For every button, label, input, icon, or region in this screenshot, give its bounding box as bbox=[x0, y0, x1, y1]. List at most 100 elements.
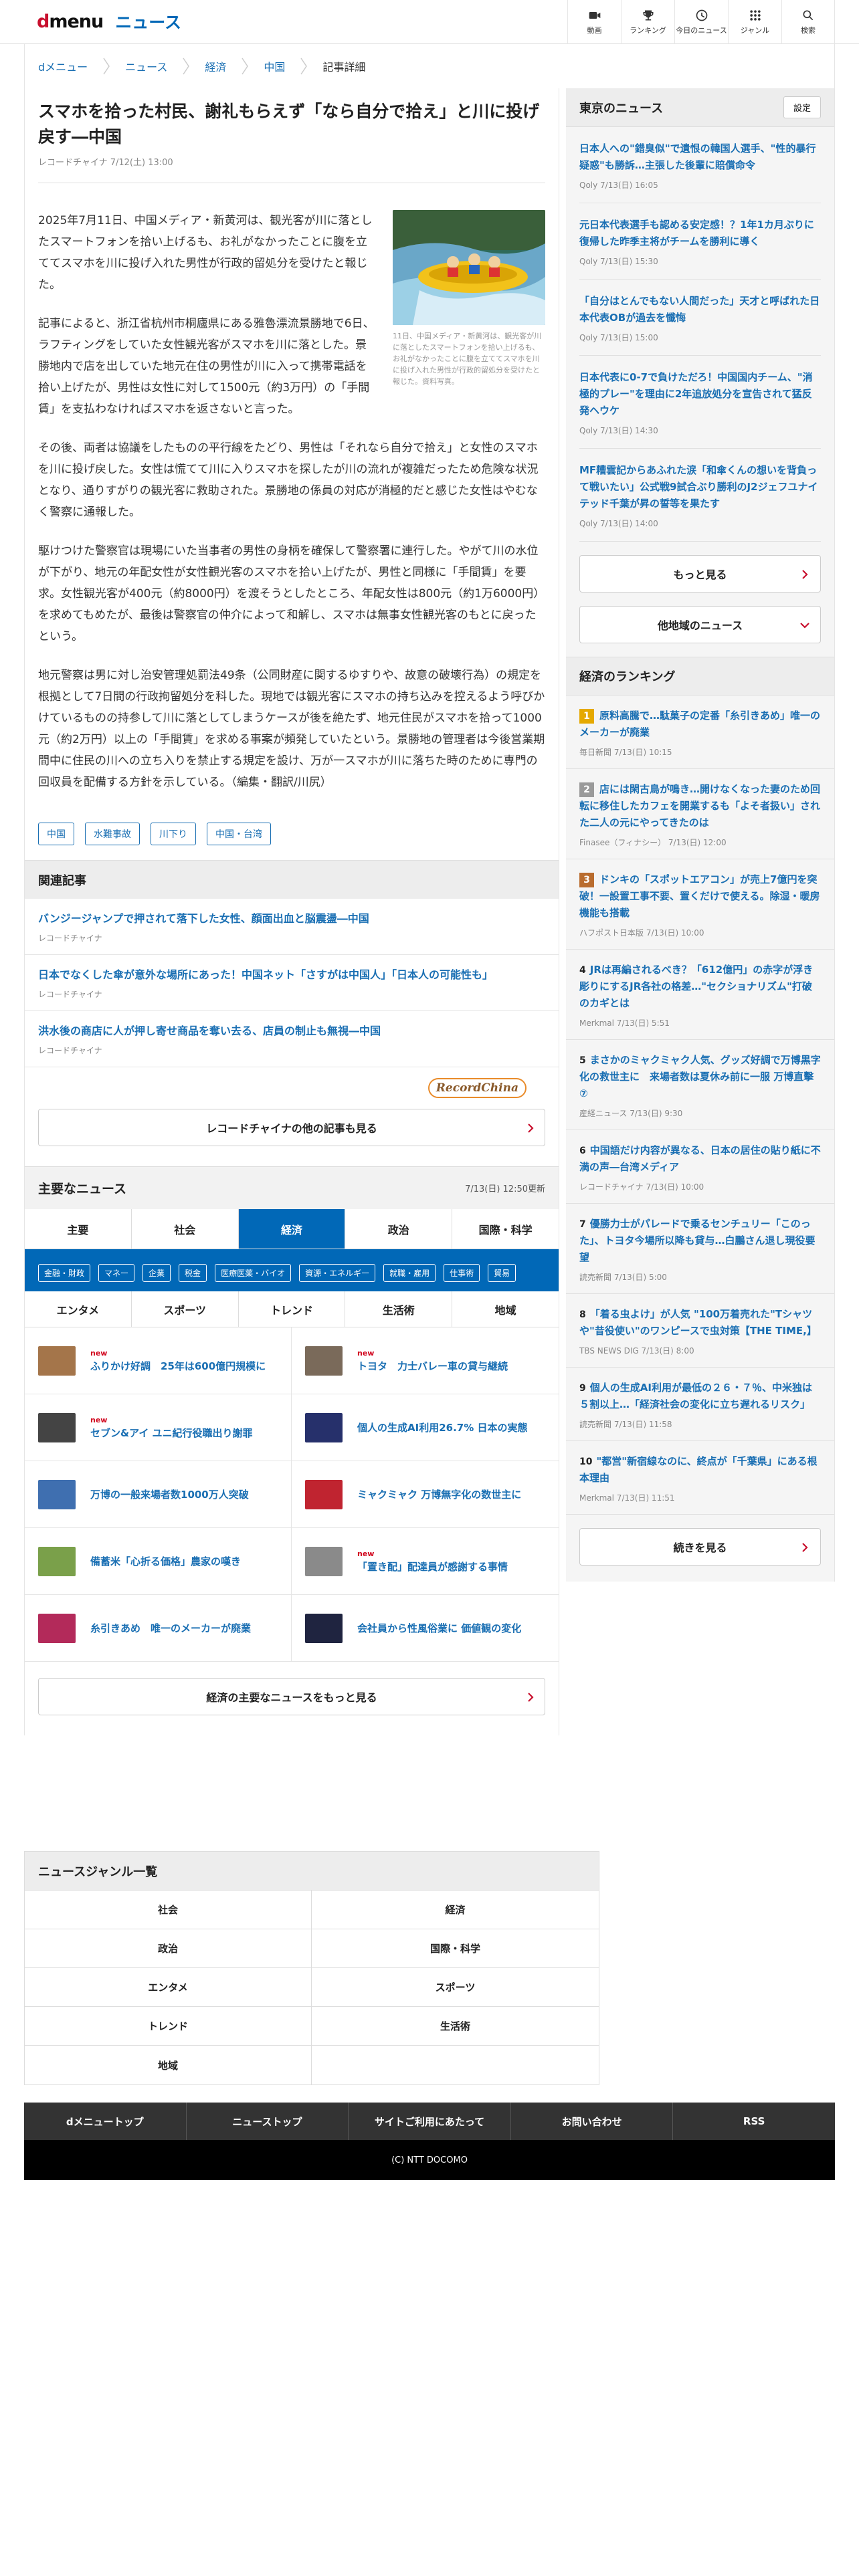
tag-china-taiwan[interactable]: 中国・台湾 bbox=[207, 823, 271, 845]
ranking-item[interactable]: 4 JRは再編されるべき？「612億円」の赤字が浮き彫りにするJR各社の格差…"セ… bbox=[566, 950, 834, 1040]
major-news-item[interactable]: 会社員から性風俗業に 価値観の変化 bbox=[292, 1595, 559, 1662]
major-news-header: 主要なニュース 7/13(日) 12:50更新 bbox=[25, 1166, 559, 1209]
subtag-trade[interactable]: 貿易 bbox=[488, 1264, 516, 1282]
footer-terms[interactable]: サイトご利用にあたって bbox=[349, 2103, 511, 2140]
tag-water-accident[interactable]: 水難事故 bbox=[85, 823, 140, 845]
tab-society[interactable]: 社会 bbox=[131, 1209, 239, 1249]
settings-button[interactable]: 設定 bbox=[783, 96, 821, 118]
more-economy-label: 経済の主要なニュースをもっと見る bbox=[206, 1691, 377, 1704]
news-text: 万博の一般来場者数1000万人突破 bbox=[90, 1487, 249, 1501]
tokyo-news-item[interactable]: MF糟雲記からあふれた涙「和傘くんの想いを背負って戦いたい」公式戦9試合ぶり勝利… bbox=[579, 449, 821, 542]
major-news-item[interactable]: 万博の一般来場者数1000万人突破 bbox=[25, 1461, 292, 1528]
major-news-item[interactable]: new セブン&アイ ユニ紀行役職出り謝罪 bbox=[25, 1394, 292, 1461]
ranking-meta: 毎日新聞 7/13(日) 10:15 bbox=[579, 748, 672, 757]
ranking-more-button[interactable]: 続きを見る bbox=[579, 1528, 821, 1566]
footer-rss[interactable]: RSS bbox=[673, 2103, 835, 2140]
major-news-item[interactable]: 個人の生成AI利用26.7% 日本の実態 bbox=[292, 1394, 559, 1461]
ranking-item[interactable]: 1 原料高騰で…駄菓子の定番「糸引きあめ」唯一のメーカーが廃業 毎日新聞 7/13(… bbox=[566, 695, 834, 769]
footer-dmenu-top[interactable]: dメニュートップ bbox=[24, 2103, 187, 2140]
site-footer: dメニュートップ ニューストップ サイトご利用にあたって お問い合わせ RSS … bbox=[24, 2103, 835, 2180]
breadcrumb-china[interactable]: 中国 bbox=[264, 58, 285, 74]
footer-news-top[interactable]: ニューストップ bbox=[187, 2103, 349, 2140]
tab-region[interactable]: 地域 bbox=[452, 1291, 559, 1327]
tab-trend[interactable]: トレンド bbox=[239, 1291, 346, 1327]
tab-politics[interactable]: 政治 bbox=[345, 1209, 453, 1249]
subtag-company[interactable]: 企業 bbox=[142, 1264, 171, 1282]
video-icon bbox=[589, 12, 600, 19]
nav-genre[interactable]: ジャンル bbox=[728, 0, 781, 44]
header-nav: 動画 ランキング 今日のニュース ジャンル 検索 bbox=[567, 0, 835, 44]
tokyo-news-item[interactable]: 元日本代表選手も認める安定感！？1年1カ月ぶりに復帰した昨季主将がチームを勝利に… bbox=[579, 203, 821, 280]
major-tabs-secondary: エンタメ スポーツ トレンド 生活術 地域 bbox=[25, 1291, 559, 1327]
genre-sports[interactable]: スポーツ bbox=[312, 1968, 599, 2007]
news-title: ふりかけ好調 25年は600億円規模に bbox=[90, 1360, 266, 1372]
subtag-employment[interactable]: 就職・雇用 bbox=[383, 1264, 436, 1282]
related-item[interactable]: 洪水後の商店に人が押し寄せ商品を奪い去る、店員の制止も無視―中国 レコードチャイ… bbox=[25, 1011, 559, 1067]
genre-international[interactable]: 国際・科学 bbox=[312, 1929, 599, 1968]
subtag-energy[interactable]: 資源・エネルギー bbox=[299, 1264, 376, 1282]
breadcrumb-news[interactable]: ニュース bbox=[125, 58, 167, 74]
tab-economy[interactable]: 経済 bbox=[238, 1209, 346, 1249]
breadcrumb-economy[interactable]: 経済 bbox=[205, 58, 226, 74]
ranking-title-text: 個人の生成AI利用が最低の２６・７％、中米独は５割以上…「経済社会の変化に立ち遅… bbox=[579, 1382, 812, 1410]
major-news-item[interactable]: 糸引きあめ 唯一のメーカーが廃業 bbox=[25, 1595, 292, 1662]
more-tokyo-button[interactable]: もっと見る bbox=[579, 555, 821, 593]
tokyo-news-header: 東京のニュース 設定 bbox=[566, 88, 834, 127]
tab-sports[interactable]: スポーツ bbox=[132, 1291, 239, 1327]
subtag-money[interactable]: マネー bbox=[98, 1264, 135, 1282]
genre-region[interactable]: 地域 bbox=[25, 2046, 312, 2084]
genre-lifestyle[interactable]: 生活術 bbox=[312, 2007, 599, 2046]
footer-contact[interactable]: お問い合わせ bbox=[511, 2103, 674, 2140]
tab-international[interactable]: 国際・科学 bbox=[452, 1209, 559, 1249]
clock-icon bbox=[696, 9, 707, 21]
site-logo[interactable]: dmenu ニュース bbox=[37, 9, 181, 33]
nav-video[interactable]: 動画 bbox=[567, 0, 621, 44]
tokyo-news-title: 東京のニュース bbox=[579, 101, 664, 116]
tag-rafting[interactable]: 川下り bbox=[151, 823, 196, 845]
genre-trend[interactable]: トレンド bbox=[25, 2007, 312, 2046]
article-photo[interactable] bbox=[393, 210, 545, 325]
other-region-dropdown[interactable]: 他地域のニュース bbox=[579, 606, 821, 643]
article-paragraph: その後、両者は協議をしたものの平行線をたどり、男性は「それなら自分で拾え」と女性… bbox=[38, 441, 539, 519]
tab-main[interactable]: 主要 bbox=[25, 1209, 132, 1249]
genre-society[interactable]: 社会 bbox=[25, 1891, 312, 1929]
more-recordchina-button[interactable]: レコードチャイナの他の記事も見る bbox=[38, 1109, 545, 1146]
major-news-item[interactable]: new 「置き配」配達員が感謝する事情 bbox=[292, 1528, 559, 1595]
tag-china[interactable]: 中国 bbox=[38, 823, 74, 845]
ranking-title: 6 中国語だけ内容が異なる、日本の居住の貼り紙に不満の声―台湾メディア bbox=[579, 1142, 821, 1176]
breadcrumb-dmenu[interactable]: dメニュー bbox=[38, 58, 88, 74]
genre-entertainment[interactable]: エンタメ bbox=[25, 1968, 312, 2007]
nav-today[interactable]: 今日のニュース bbox=[674, 0, 728, 44]
related-item[interactable]: バンジージャンプで押されて落下した女性、顔面出血と脳震盪―中国 レコードチャイナ bbox=[25, 899, 559, 955]
ranking-item[interactable]: 8 「着る虫よけ」が人気 "100万着売れた"Tシャツや"昔役使い"のワンピースで… bbox=[566, 1294, 834, 1368]
subtag-medical[interactable]: 医療医薬・バイオ bbox=[215, 1264, 292, 1282]
major-news-item[interactable]: ミャクミャク 万博無字化の数世主に bbox=[292, 1461, 559, 1528]
major-news-item[interactable]: 備蓄米「心折る価格」農家の嘆き bbox=[25, 1528, 292, 1595]
tokyo-news-item[interactable]: 日本代表に0-7で負けただろ！中国国内チーム、"消極的プレー"を理由に2年追放処… bbox=[579, 356, 821, 449]
nav-ranking[interactable]: ランキング bbox=[621, 0, 674, 44]
ranking-item[interactable]: 2 店には閑古鳥が鳴き…開けなくなった妻のため回転に移住したカフェを開業するも「よ… bbox=[566, 769, 834, 859]
related-item[interactable]: 日本でなくした傘が意外な場所にあった！中国ネット「さすがは中国人」「日本人の可能… bbox=[25, 955, 559, 1011]
tokyo-news-item[interactable]: 「自分はとんでもない人間だった」天才と呼ばれた日本代表OBが過去を懺悔 Qoly … bbox=[579, 280, 821, 356]
ranking-item[interactable]: 5 まさかのミャクミャク人気、グッズ好調で万博黒字化の救世主に 来場者数は夏休み前… bbox=[566, 1040, 834, 1130]
nav-genre-label: ジャンル bbox=[740, 26, 770, 35]
subtag-tax[interactable]: 税金 bbox=[179, 1264, 207, 1282]
ranking-item[interactable]: 3 ドンキの「スポットエアコン」が売上7億円を突破！一設置工事不要、置くだけで使え… bbox=[566, 859, 834, 950]
major-news-item[interactable]: new トヨタ 力士バレー車の貸与継続 bbox=[292, 1327, 559, 1394]
tab-entertainment[interactable]: エンタメ bbox=[25, 1291, 132, 1327]
ranking-item[interactable]: 9 個人の生成AI利用が最低の２６・７％、中米独は５割以上…「経済社会の変化に立ち… bbox=[566, 1368, 834, 1441]
recordchina-logo[interactable]: RecordChina bbox=[427, 1078, 527, 1098]
nav-search[interactable]: 検索 bbox=[781, 0, 835, 44]
ranking-item[interactable]: 6 中国語だけ内容が異なる、日本の居住の貼り紙に不満の声―台湾メディア レコードチャ… bbox=[566, 1130, 834, 1204]
genre-politics[interactable]: 政治 bbox=[25, 1929, 312, 1968]
chevron-right-icon bbox=[528, 1123, 534, 1133]
ranking-item[interactable]: 10 "都営"新宿線なのに、終点が「千葉県」にある根本理由 Merkmal 7/13… bbox=[566, 1441, 834, 1515]
genre-economy[interactable]: 経済 bbox=[312, 1891, 599, 1929]
tokyo-news-item[interactable]: 日本人への"錯臭似"で遺恨の韓国人選手、"性的暴行疑惑"も勝訴…主張した後輩に賠… bbox=[579, 127, 821, 203]
major-news-item[interactable]: new ふりかけ好調 25年は600億円規模に bbox=[25, 1327, 292, 1394]
subtag-finance[interactable]: 金融・財政 bbox=[38, 1264, 91, 1282]
tab-lifestyle[interactable]: 生活術 bbox=[345, 1291, 453, 1327]
more-economy-button[interactable]: 経済の主要なニュースをもっと見る bbox=[38, 1678, 545, 1715]
subtag-worktips[interactable]: 仕事術 bbox=[444, 1264, 480, 1282]
ranking-item[interactable]: 7 優勝力士がパレードで乗るセンチュリー「このった」、トヨタ今場所以降も貸与…白鵬… bbox=[566, 1204, 834, 1294]
